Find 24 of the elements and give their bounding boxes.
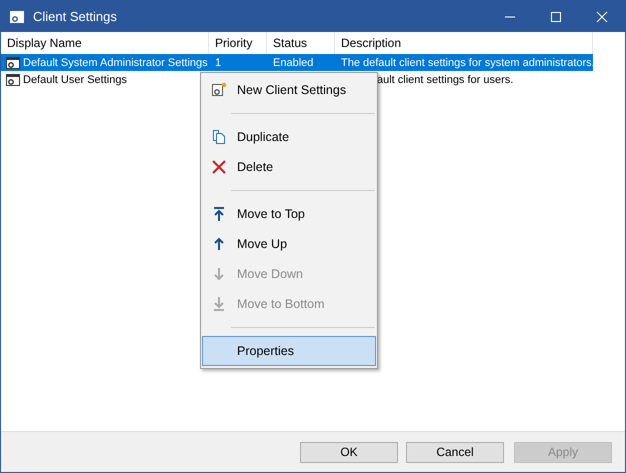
menu-item[interactable]: Move to Top bbox=[202, 199, 376, 229]
dialog-button[interactable]: OK bbox=[300, 442, 398, 462]
menu-item[interactable]: New Client Settings bbox=[202, 75, 376, 105]
menu-item[interactable]: Delete bbox=[202, 152, 376, 182]
table-cell: ault client settings for users. bbox=[377, 74, 514, 86]
settings-icon bbox=[5, 72, 21, 88]
menu-item[interactable]: Duplicate bbox=[202, 122, 376, 152]
move-top-icon bbox=[211, 206, 227, 222]
menu-item[interactable]: Move Up bbox=[202, 229, 376, 259]
table-cell: 1 bbox=[215, 56, 222, 68]
app-icon bbox=[9, 8, 25, 24]
table-cell: The default client settings for system administrators. bbox=[341, 56, 595, 68]
window-title: Client Settings bbox=[33, 9, 118, 24]
close-icon bbox=[211, 159, 227, 175]
table-cell[interactable]: Default User Settings bbox=[23, 74, 127, 86]
move-bottom-icon bbox=[211, 296, 227, 312]
menu-item[interactable]: Properties bbox=[202, 336, 376, 366]
maximize-icon bbox=[550, 10, 562, 22]
table-cell[interactable]: Default System Administrator Settings bbox=[23, 56, 208, 68]
dialog-button[interactable]: Cancel bbox=[406, 442, 504, 462]
settings-icon bbox=[5, 54, 21, 70]
copy-icon bbox=[211, 129, 227, 145]
table-cell: Enabled bbox=[273, 56, 314, 68]
close-icon bbox=[596, 10, 608, 22]
